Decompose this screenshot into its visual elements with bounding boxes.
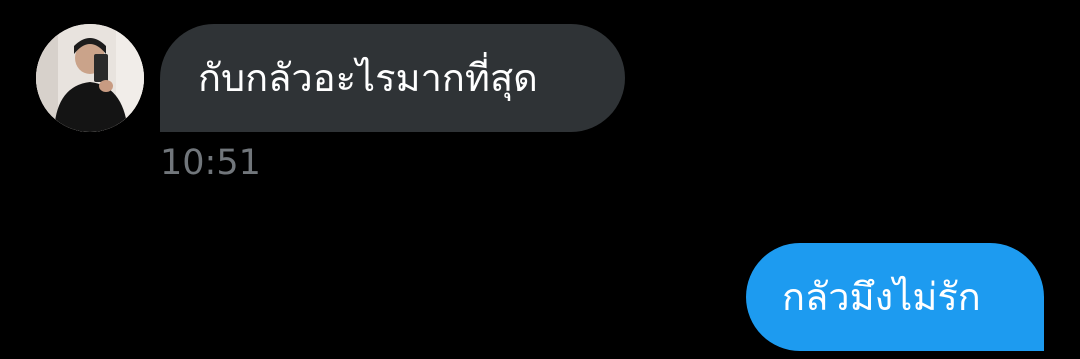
avatar[interactable] [36,24,144,132]
incoming-message-bubble[interactable]: กับกลัวอะไรมากที่สุด [160,24,625,132]
outgoing-message-text: กลัวมึงไม่รัก [782,275,981,319]
message-timestamp: 10:51 [160,143,261,183]
avatar-photo-icon [36,24,144,132]
incoming-message-text: กับกลัวอะไรมากที่สุด [198,56,538,100]
outgoing-message-bubble[interactable]: กลัวมึงไม่รัก [746,243,1044,351]
